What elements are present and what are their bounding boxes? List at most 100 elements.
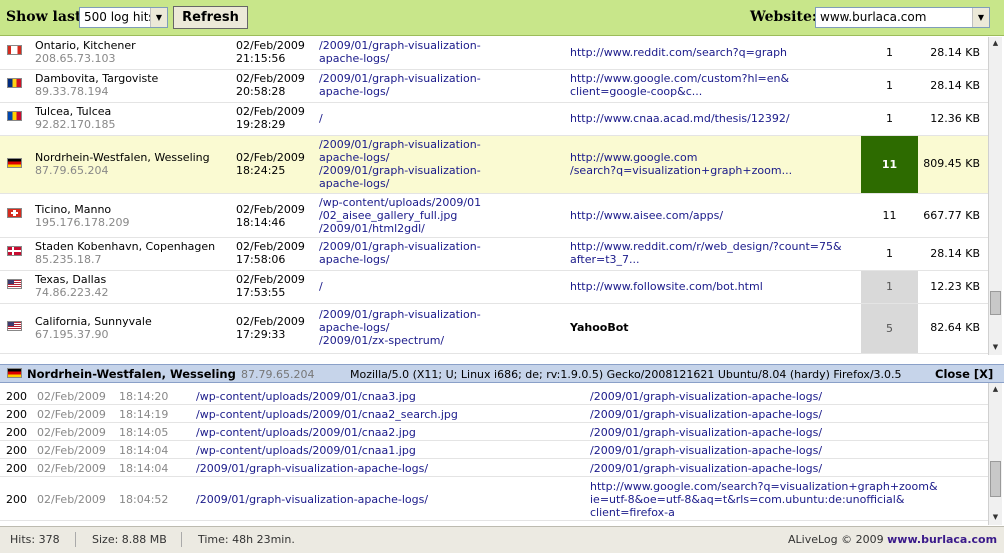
page-link[interactable]: /wp-content/uploads/2009/01 [319,196,481,209]
page-link[interactable]: /2009/01/graph-visualization- [319,164,481,177]
referrer-link[interactable]: after=t3_7... [570,253,640,266]
scrollbar-thumb[interactable] [990,291,1001,315]
page-link[interactable]: apache-logs/ [319,151,389,164]
page-link[interactable]: apache-logs/ [319,85,389,98]
hit-count: 1 [886,112,893,125]
page-link[interactable]: /2009/01/graph-visualization- [319,308,481,321]
page-link[interactable]: /wp-content/uploads/2009/01/cnaa2.jpg [196,426,416,439]
location: Texas, Dallas [35,273,107,286]
log-table-scrollbar[interactable]: ▲ ▼ [988,37,1002,355]
website-select[interactable]: www.burlaca.com ▼ [815,7,990,28]
table-row[interactable]: California, Sunnyvale 67.195.37.90 02/Fe… [0,304,988,354]
germany-flag-icon [7,368,22,378]
referrer-link[interactable]: client=firefox-a [590,506,675,519]
page-link[interactable]: apache-logs/ [319,253,389,266]
germany-flag-icon [7,158,22,168]
referrer-link[interactable]: http://www.reddit.com/r/web_design/?coun… [570,240,842,253]
denmark-flag-icon [7,246,22,256]
show-last-label: Show last: [6,9,87,25]
table-row[interactable]: 200 02/Feb/2009 18:14:04 /2009/01/graph-… [0,459,988,477]
detail-ip: 87.79.65.204 [241,368,315,381]
date: 02/Feb/2009 [37,426,106,439]
referrer-link[interactable]: http://www.reddit.com/search?q=graph [570,46,787,59]
referrer-link[interactable]: http://www.google.com/custom?hl=en& [570,72,789,85]
referrer-link[interactable]: /2009/01/graph-visualization-apache-logs… [590,408,822,421]
page-link[interactable]: /2009/01/graph-visualization- [319,39,481,52]
page-link[interactable]: /2009/01/graph-visualization-apache-logs… [196,493,428,506]
page-link[interactable]: apache-logs/ [319,52,389,65]
chevron-down-icon: ▼ [150,8,167,27]
hit-count: 11 [882,209,897,222]
time: 18:14:20 [119,390,169,403]
time: 18:14:05 [119,426,169,439]
page-link[interactable]: / [319,112,323,125]
scrollbar-thumb[interactable] [990,461,1001,497]
visitor-hits-table: 200 02/Feb/2009 18:14:20 /wp-content/upl… [0,383,988,525]
close-button[interactable]: Close [X] [935,367,993,381]
referrer-link[interactable]: http://www.cnaa.acad.md/thesis/12392/ [570,112,790,125]
location: Tulcea, Tulcea [35,105,112,118]
hit-count[interactable]: 11 [861,136,918,193]
table-row-selected[interactable]: Nordrhein-Westfalen, Wesseling 87.79.65.… [0,136,988,194]
ip-address: 208.65.73.103 [35,52,116,65]
page-link[interactable]: /2009/01/graph-visualization- [319,138,481,151]
page-link[interactable]: / [319,280,323,293]
referrer-link[interactable]: /2009/01/graph-visualization-apache-logs… [590,426,822,439]
referrer-link[interactable]: http://www.aisee.com/apps/ [570,209,723,222]
table-row[interactable]: 200 02/Feb/2009 18:14:04 /wp-content/upl… [0,441,988,459]
table-row[interactable]: Ticino, Manno 195.176.178.209 02/Feb/200… [0,194,988,238]
time-total: Time: 48h 23min. [198,533,295,546]
page-link[interactable]: /wp-content/uploads/2009/01/cnaa1.jpg [196,444,416,457]
page-link[interactable]: apache-logs/ [319,321,389,334]
date: 02/Feb/2009 [236,203,305,216]
table-row[interactable]: Ontario, Kitchener 208.65.73.103 02/Feb/… [0,37,988,70]
page-link[interactable]: /2009/01/graph-visualization- [319,72,481,85]
brand-link[interactable]: www.burlaca.com [887,533,997,546]
page-link[interactable]: /02_aisee_gallery_full.jpg [319,209,457,222]
page-link[interactable]: /2009/01/graph-visualization-apache-logs… [196,462,428,475]
location: Dambovita, Targoviste [35,72,159,85]
page-link[interactable]: /wp-content/uploads/2009/01/cnaa2_search… [196,408,458,421]
scroll-up-icon[interactable]: ▲ [989,37,1002,50]
scroll-down-icon[interactable]: ▼ [989,511,1002,524]
referrer-link[interactable]: /2009/01/graph-visualization-apache-logs… [590,390,822,403]
referrer-link[interactable]: /2009/01/graph-visualization-apache-logs… [590,462,822,475]
referrer-link[interactable]: /2009/01/graph-visualization-apache-logs… [590,444,822,457]
copyright-text: ALiveLog © 2009 [788,533,884,546]
table-row[interactable]: Texas, Dallas 74.86.223.42 02/Feb/2009 1… [0,271,988,304]
referrer-link[interactable]: /search?q=visualization+graph+zoom... [570,164,792,177]
referrer-link[interactable]: ie=utf-8&oe=utf-8&aq=t&rls=com.ubuntu:de… [590,493,904,506]
table-row[interactable]: Dambovita, Targoviste 89.33.78.194 02/Fe… [0,70,988,103]
page-link[interactable]: /2009/01/graph-visualization- [319,240,481,253]
date: 02/Feb/2009 [236,72,305,85]
page-link[interactable]: /2009/01/html2gdl/ [319,222,425,235]
table-row[interactable]: 200 02/Feb/2009 18:14:05 /wp-content/upl… [0,423,988,441]
page-link[interactable]: /wp-content/uploads/2009/01/cnaa3.jpg [196,390,416,403]
referrer-link[interactable]: client=google-coop&c... [570,85,702,98]
location: California, Sunnyvale [35,315,152,328]
hits-total: Hits: 378 [10,533,60,546]
hits-table-scrollbar[interactable]: ▲ ▼ [988,383,1002,525]
page-link[interactable]: /2009/01/zx-spectrum/ [319,334,444,347]
referrer-link[interactable]: http://www.google.com [570,151,697,164]
transfer-size: 667.77 KB [923,209,980,222]
referrer-link[interactable]: http://www.followsite.com/bot.html [570,280,763,293]
transfer-size: 28.14 KB [930,79,980,92]
location: Ticino, Manno [35,203,112,216]
table-row[interactable]: 200 02/Feb/2009 18:14:19 /wp-content/upl… [0,405,988,423]
table-row[interactable]: 200 02/Feb/2009 18:14:20 /wp-content/upl… [0,387,988,405]
referrer-link[interactable]: http://www.google.com/search?q=visualiza… [590,480,938,493]
romania-flag-icon [7,78,22,88]
table-row[interactable]: 200 02/Feb/2009 18:04:52 /2009/01/graph-… [0,477,988,521]
table-row[interactable]: Staden Kobenhavn, Copenhagen 85.235.18.7… [0,238,988,271]
refresh-button[interactable]: Refresh [173,6,248,29]
show-last-select[interactable]: 500 log hits ▼ [79,7,168,28]
table-row[interactable]: Tulcea, Tulcea 92.82.170.185 02/Feb/2009… [0,103,988,136]
scroll-down-icon[interactable]: ▼ [989,341,1002,354]
location: Ontario, Kitchener [35,39,136,52]
hit-count: 1 [886,46,893,59]
scroll-up-icon[interactable]: ▲ [989,383,1002,396]
hit-count: 1 [861,271,918,303]
ip-address: 85.235.18.7 [35,253,102,266]
page-link[interactable]: apache-logs/ [319,177,389,190]
